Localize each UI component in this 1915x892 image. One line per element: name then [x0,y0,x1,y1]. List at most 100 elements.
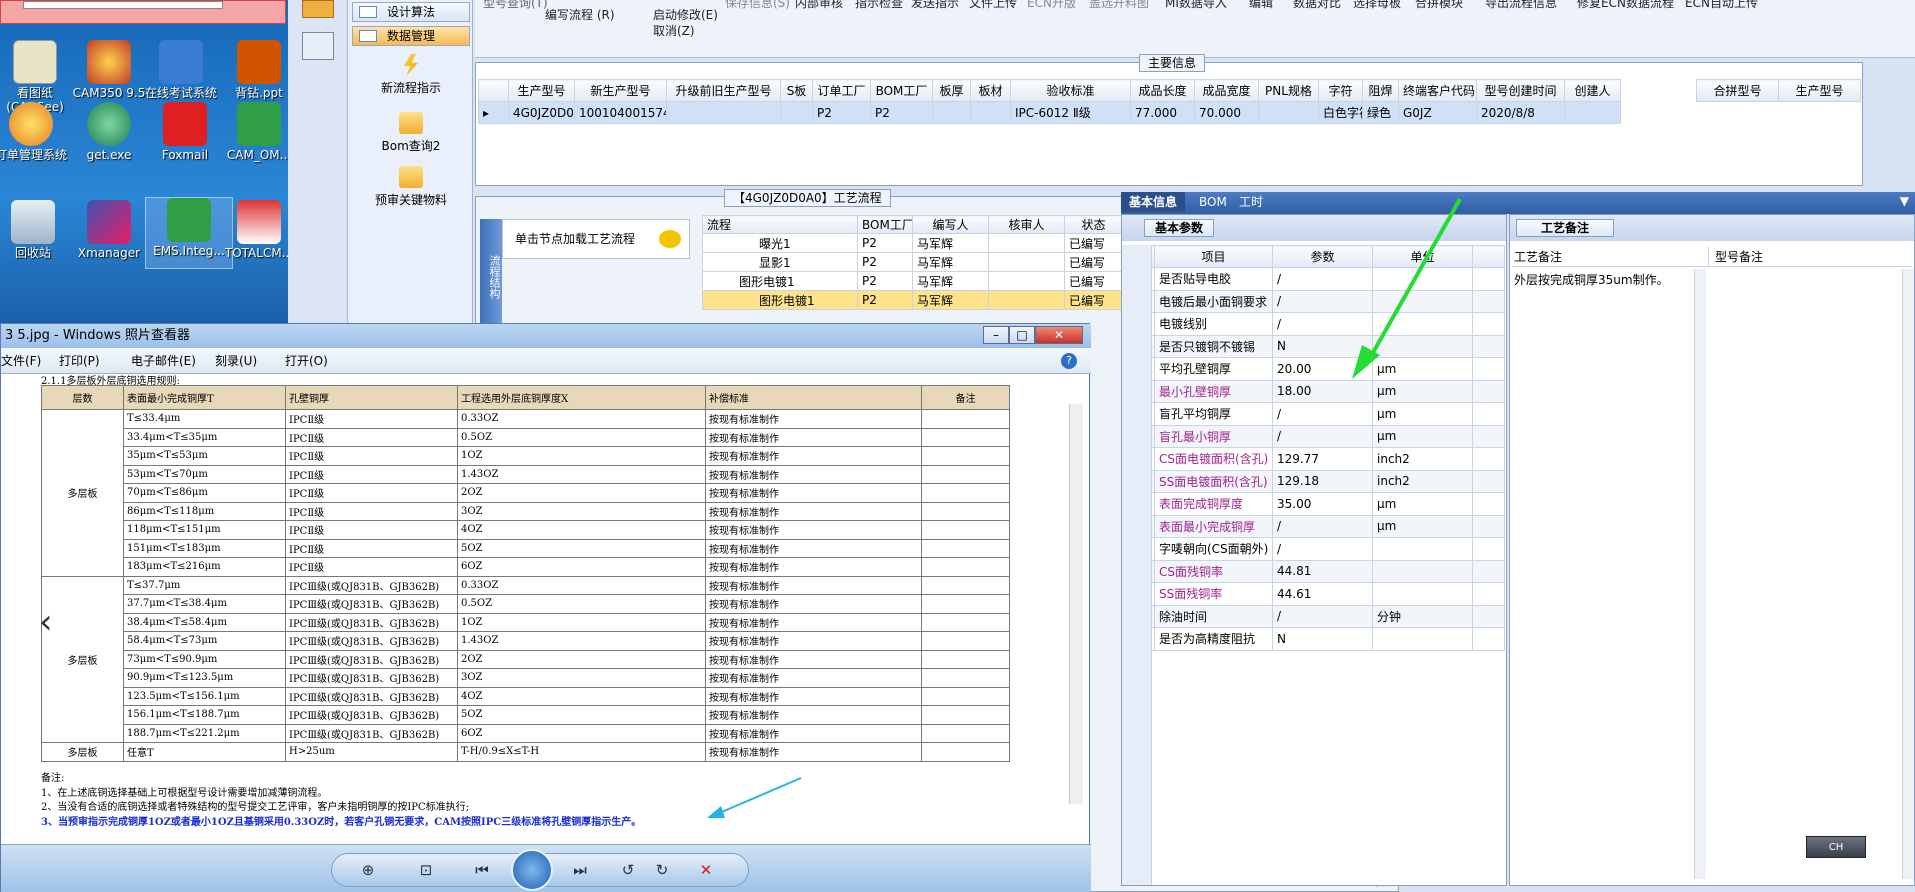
menu-item[interactable]: 编写流程 (R) [545,6,615,23]
previous-icon[interactable]: ⏮ [467,857,497,883]
cell[interactable]: G0JZ [1398,101,1477,124]
tab-work-hours[interactable]: 工时 [1231,192,1271,212]
process-structure-tab[interactable]: 流程结构 [480,219,502,329]
param-value[interactable]: 129.77 [1272,447,1373,471]
cell[interactable]: P2 [812,101,871,124]
column-header[interactable]: S板 [780,79,813,102]
chevron-down-icon[interactable]: ▼ [1900,194,1909,208]
table-row[interactable]: 图形电镀1 P2 马军辉 已编写 [702,290,1123,310]
cell[interactable] [780,101,813,124]
column-header[interactable]: BOM工厂 [870,79,933,102]
process-node[interactable]: 图形电镀1 [702,290,858,310]
table-row[interactable]: ▸4G0JZ0D0A010010400157496 P2P2 IPC-6012 Ⅱ级… [478,101,1621,124]
param-value[interactable]: 35.00 [1272,492,1373,516]
table-row[interactable]: 曝光1 P2 马军辉 已编写 [702,233,1123,253]
close-button[interactable]: ✕ [1035,326,1083,344]
key-material-tool[interactable]: 预审关键物料 [352,166,470,208]
table-row[interactable]: 显影1 P2 马军辉 已编写 [702,252,1123,272]
menu-item[interactable]: 修复ECN数据流程 [1577,0,1674,11]
next-icon[interactable]: ⏭ [565,857,595,883]
param-row[interactable]: 除油时间 / 分钟 [1124,604,1505,628]
menu-item[interactable]: 型号查询(T) [483,0,548,11]
param-value[interactable]: 44.61 [1272,582,1373,606]
menu-item[interactable]: 文件上传 [969,0,1017,11]
new-process-tool[interactable]: 新流程指示 [352,54,470,96]
column-header[interactable]: 核审人 [988,215,1065,234]
calculator-icon[interactable] [302,0,334,18]
rotate-right-icon[interactable]: ↻ [647,857,677,883]
craft-notes-tab[interactable]: 工艺备注 [1516,219,1615,237]
load-process-hint[interactable]: 单击节点加载工艺流程 [502,219,690,259]
desktop-icon-get[interactable]: get.exe [66,102,152,162]
cell[interactable]: 2020/8/8 [1476,101,1565,124]
param-row[interactable]: SS面残铜率 44.61 [1124,582,1505,606]
cell[interactable]: 绿色 [1362,101,1399,124]
param-row[interactable]: 表面完成铜厚度 35.00 μm [1124,492,1505,516]
help-icon[interactable]: ? [1061,353,1077,369]
menu-item[interactable]: 数据对比 [1293,0,1341,11]
column-header[interactable]: 状态 [1064,215,1123,234]
column-header[interactable]: 流程 [702,215,858,234]
column-header[interactable]: 创建人 [1564,79,1621,102]
param-row[interactable]: CS面残铜率 44.81 [1124,559,1505,583]
column-header[interactable]: 订单工厂 [812,79,871,102]
zoom-icon[interactable]: ⊕ [353,857,383,883]
param-row[interactable]: 表面最小完成铜厚 / μm [1124,514,1505,538]
param-row[interactable]: 盲孔最小铜厚 / μm [1124,424,1505,448]
column-header[interactable]: 字符 [1318,79,1363,102]
column-header[interactable]: 终端客户代码 [1398,79,1477,102]
craft-note-text[interactable]: 外层按完成铜厚35um制作。 [1514,271,1694,288]
param-row[interactable]: SS面电镀面积(含孔) 129.18 inch2 [1124,469,1505,493]
menu-item[interactable]: ECN自动上传 [1685,0,1758,11]
menu-item[interactable]: 指示检查 [855,0,903,11]
param-value[interactable]: / [1272,424,1373,448]
menu-burn[interactable]: 刻录(U) [215,348,257,374]
cell[interactable]: 4G0JZ0D0A0 [508,101,575,124]
craft-note-scrollbar[interactable] [1694,269,1706,879]
slideshow-button[interactable] [511,849,553,891]
menu-item[interactable]: MI数据导入 [1165,0,1227,11]
cell[interactable] [932,101,971,124]
tab-basic-info[interactable]: 基本信息 [1121,192,1186,212]
cell[interactable]: P2 [870,101,933,124]
rotate-left-icon[interactable]: ↺ [613,857,643,883]
param-row[interactable]: 是否为高精度阻抗 N [1124,627,1505,651]
param-value[interactable]: N [1272,627,1373,651]
bom-query-tool[interactable]: Bom查询2 [352,112,470,154]
desktop-icon-xmanager[interactable]: Xmanager [66,200,152,260]
desktop-icon-exam[interactable]: 在线考试系统 [138,40,224,100]
cell[interactable] [1258,101,1319,124]
column-header[interactable]: 升级前旧生产型号 [666,79,781,102]
column-header[interactable]: PNL规格 [1258,79,1319,102]
tab-bom[interactable]: BOM [1191,192,1235,212]
column-header[interactable]: 编写人 [912,215,989,234]
cell[interactable] [666,101,781,124]
column-header[interactable]: 验收标准 [1010,79,1131,102]
column-header[interactable]: 项目 [1154,245,1273,268]
menu-email[interactable]: 电子邮件(E) [131,348,196,374]
column-header[interactable]: 型号创建时间 [1476,79,1565,102]
param-row[interactable]: 盲孔平均铜厚 / μm [1124,402,1505,426]
menu-item[interactable]: 保存信息(S) [725,0,790,11]
ime-indicator[interactable]: CH [1806,836,1866,858]
process-node[interactable]: 曝光1 [702,233,858,253]
param-value[interactable]: / [1272,402,1373,426]
menu-item[interactable]: 发送指示 [911,0,959,11]
minimize-button[interactable]: – [983,326,1009,344]
cell[interactable] [970,101,1011,124]
nav-design-algorithm-button[interactable]: 设计算法 [352,2,470,22]
desktop-icon-order[interactable]: 订单管理系统 [0,102,74,162]
param-value[interactable]: 44.81 [1272,559,1373,583]
menu-item[interactable]: 盖选开料图 [1089,0,1149,11]
maximize-button[interactable]: □ [1009,326,1035,344]
param-value[interactable]: / [1272,604,1373,628]
menu-item[interactable]: 启动修改(E) [653,6,718,23]
process-folder[interactable]: 图形电镀1 [702,271,858,291]
param-value[interactable]: / [1272,514,1373,538]
cell[interactable]: IPC-6012 Ⅱ级 [1010,101,1131,124]
cell[interactable]: 77.000 [1130,101,1195,124]
cell[interactable] [1564,101,1621,124]
viewer-scrollbar[interactable] [1069,404,1083,804]
column-header[interactable]: 合拼型号 [1696,79,1779,102]
column-header[interactable]: 生产型号 [1778,79,1861,102]
